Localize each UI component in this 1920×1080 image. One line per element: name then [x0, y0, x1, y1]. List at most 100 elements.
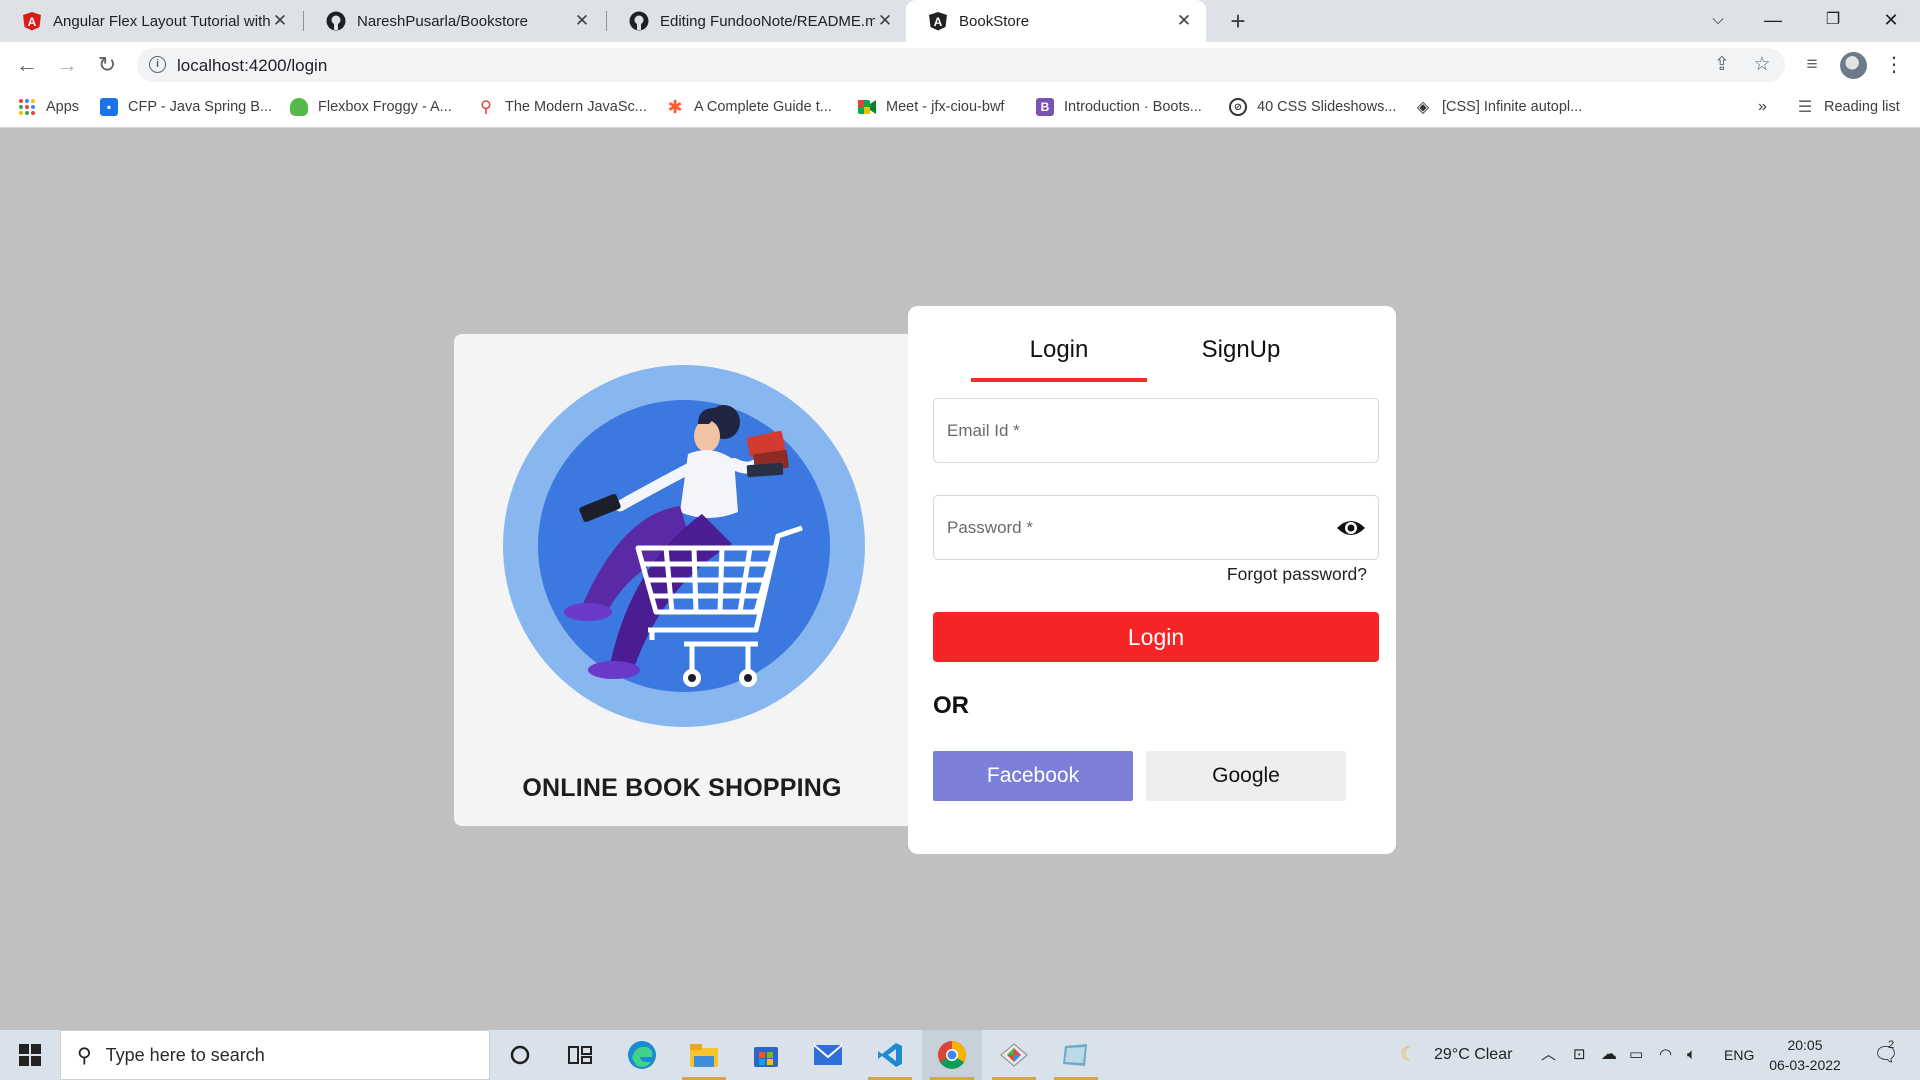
windows-start-button[interactable] [0, 1030, 60, 1080]
password-label: Password * [947, 518, 1033, 537]
tab-search-icon[interactable]: ⌵ [1692, 0, 1744, 42]
bootstrap-icon: B [1036, 98, 1054, 116]
angular-red-icon: A [22, 11, 42, 31]
bookmark-item[interactable]: ⚲ The Modern JavaSc... [477, 98, 647, 116]
tab-login[interactable]: Login [971, 336, 1147, 364]
github-icon [629, 11, 649, 31]
reading-list-label: Reading list [1824, 99, 1900, 115]
bookmark-item[interactable]: ◈ [CSS] Infinite autopl... [1414, 98, 1582, 116]
task-view-icon[interactable] [550, 1030, 610, 1080]
bookmark-label: Flexbox Froggy - A... [318, 99, 452, 115]
bookmark-label: [CSS] Infinite autopl... [1442, 99, 1583, 115]
frog-icon [290, 98, 308, 116]
cortana-icon[interactable] [490, 1030, 550, 1080]
bookmark-item[interactable]: B Introduction · Boots... [1036, 98, 1202, 116]
media-control-icon[interactable]: ≡ [1797, 50, 1827, 80]
clock-date: 06-03-2022 [1769, 1057, 1841, 1073]
bookmark-item[interactable]: Flexbox Froggy - A... [290, 98, 452, 116]
email-label: Email Id * [947, 421, 1020, 440]
login-button[interactable]: Login [933, 612, 1379, 662]
bookmark-item[interactable]: ▪ CFP - Java Spring B... [100, 98, 272, 116]
browser-tab[interactable]: Editing FundooNote/README.md ✕ [607, 0, 907, 42]
profile-avatar[interactable] [1840, 52, 1867, 79]
forward-icon[interactable]: → [52, 50, 82, 80]
vscode-icon[interactable] [860, 1030, 920, 1080]
mail-icon[interactable] [798, 1030, 858, 1080]
bookmark-star-icon[interactable]: ☆ [1750, 54, 1774, 78]
close-tab-icon[interactable]: ✕ [572, 11, 592, 31]
email-field[interactable]: Email Id * [933, 398, 1379, 463]
url-text[interactable]: localhost:4200/login [177, 56, 327, 76]
eye-icon[interactable] [1336, 516, 1366, 540]
codepen-icon: ◈ [1416, 99, 1430, 116]
svg-text:A: A [934, 15, 943, 29]
notifications-icon[interactable]: 🗨︎ 2 [1866, 1030, 1906, 1080]
weather-text[interactable]: 29°C Clear [1434, 1030, 1512, 1080]
reading-list-icon: ☰ [1797, 99, 1813, 116]
promo-title: ONLINE BOOK SHOPPING [522, 774, 842, 802]
active-tab-indicator [971, 378, 1147, 382]
bookmark-label: Apps [46, 99, 80, 115]
browser-toolbar: ← → ↻ i localhost:4200/login ⇪ ☆ ≡ ⋮ [0, 42, 1920, 88]
reload-icon[interactable]: ↻ [92, 50, 122, 80]
close-tab-icon[interactable]: ✕ [875, 11, 895, 31]
share-icon[interactable]: ⇪ [1710, 54, 1734, 78]
notification-count: 2 [1888, 1039, 1895, 1051]
file-explorer-icon[interactable] [674, 1030, 734, 1080]
close-tab-icon[interactable]: ✕ [1174, 11, 1194, 31]
bookmark-item[interactable]: ⊘ 40 CSS Slideshows... [1229, 98, 1396, 116]
edge-browser-icon[interactable] [612, 1030, 672, 1080]
store-icon[interactable] [736, 1030, 796, 1080]
page-content: ONLINE BOOK SHOPPING Login SignUp Email … [0, 128, 1920, 1030]
volume-icon[interactable]: 🔈︎ [1687, 1030, 1696, 1080]
clock-time: 20:05 [1787, 1037, 1823, 1053]
tray-chevron-icon[interactable]: ︿ [1541, 1030, 1556, 1080]
bookmark-apps[interactable]: Apps [18, 98, 79, 116]
bookmark-item[interactable]: ✱ A Complete Guide t... [666, 97, 832, 117]
tab-signup[interactable]: SignUp [1153, 336, 1329, 364]
app-diamond-icon[interactable] [984, 1030, 1044, 1080]
search-icon: ⚲ [77, 1044, 92, 1067]
browser-tab[interactable]: NareshPusarla/Bookstore ✕ [304, 0, 604, 42]
clock[interactable]: 20:05 06-03-2022 [1760, 1035, 1850, 1075]
bookmarks-bar: Apps ▪ CFP - Java Spring B... Flexbox Fr… [0, 88, 1920, 128]
reading-list-button[interactable]: ☰ Reading list [1796, 98, 1900, 116]
facebook-button[interactable]: Facebook [933, 751, 1133, 801]
new-tab-button[interactable]: + [1221, 4, 1255, 38]
weather-moon-icon[interactable]: ☾ [1400, 1030, 1417, 1080]
svg-text:A: A [28, 15, 37, 29]
wifi-icon[interactable]: ◠ [1659, 1030, 1672, 1080]
search-placeholder: Type here to search [105, 1044, 265, 1065]
tab-title: NareshPusarla/Bookstore [357, 12, 528, 30]
slideshow-icon: ⊘ [1229, 98, 1247, 116]
language-indicator[interactable]: ENG [1724, 1030, 1754, 1080]
minimize-icon[interactable]: — [1747, 0, 1799, 42]
taskbar-search-box[interactable]: ⚲ Type here to search [60, 1030, 490, 1080]
menu-kebab-icon[interactable]: ⋮ [1879, 50, 1909, 80]
site-info-icon[interactable]: i [149, 56, 166, 73]
battery-icon[interactable]: ▭ [1629, 1030, 1643, 1080]
password-field[interactable]: Password * [933, 495, 1379, 560]
address-bar[interactable]: i localhost:4200/login ⇪ ☆ [137, 48, 1785, 82]
close-tab-icon[interactable]: ✕ [270, 11, 290, 31]
chrome-icon[interactable] [922, 1030, 982, 1080]
person-card-icon: ▪ [100, 98, 118, 116]
app-window-icon[interactable] [1046, 1030, 1106, 1080]
forgot-password-link[interactable]: Forgot password? [1227, 564, 1367, 585]
back-icon[interactable]: ← [12, 50, 42, 80]
browser-tab[interactable]: A Angular Flex Layout Tutorial with ✕ [0, 0, 302, 42]
onedrive-icon[interactable]: ☁ [1601, 1030, 1617, 1080]
google-button[interactable]: Google [1146, 751, 1346, 801]
meet-now-icon[interactable]: ⊡ [1573, 1030, 1586, 1080]
bookmarks-overflow-button[interactable]: » [1758, 98, 1767, 116]
bookmark-label: A Complete Guide t... [694, 99, 832, 115]
close-window-icon[interactable]: ✕ [1865, 0, 1917, 42]
tab-title: Angular Flex Layout Tutorial with [53, 12, 270, 30]
restore-icon[interactable]: ❐ [1807, 0, 1859, 42]
apps-grid-icon [18, 98, 36, 116]
tab-title: BookStore [959, 12, 1030, 30]
bookmark-label: 40 CSS Slideshows... [1257, 99, 1397, 115]
browser-tab-strip: A Angular Flex Layout Tutorial with ✕ Na… [0, 0, 1920, 42]
bookmark-item[interactable]: Meet - jfx-ciou-bwf [858, 98, 1004, 116]
browser-tab-active[interactable]: A BookStore ✕ [906, 0, 1206, 42]
